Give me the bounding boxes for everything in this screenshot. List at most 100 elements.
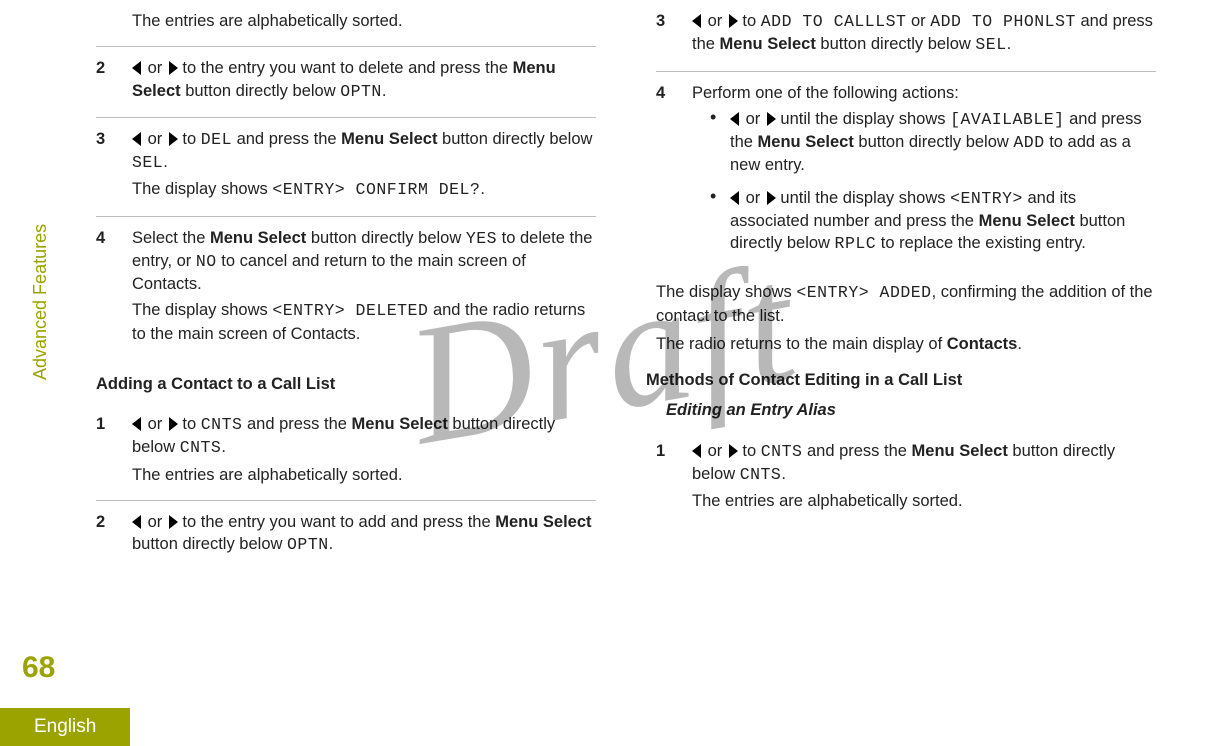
code-deleted: <ENTRY> DELETED (272, 301, 428, 320)
content-columns: The entries are alphabetically sorted. 2… (0, 0, 1206, 571)
text: and press the (802, 442, 911, 460)
code-sel: SEL (975, 35, 1006, 54)
text: The radio returns to the main display of (656, 335, 947, 353)
list-item: or until the display shows [AVAILABLE] a… (710, 108, 1156, 177)
step-number: 1 (96, 413, 132, 490)
code-available: [AVAILABLE] (950, 110, 1064, 129)
side-label: Advanced Features (28, 224, 52, 380)
heading-add-contact: Adding a Contact to a Call List (96, 373, 596, 395)
contacts-label: Contacts (947, 335, 1018, 353)
text: and press the (242, 415, 351, 433)
add-step-1: 1 or to CNTS and press the Menu Select b… (96, 403, 596, 500)
menu-select-label: Menu Select (210, 229, 306, 247)
text: or (143, 513, 167, 531)
code-add: ADD (1013, 133, 1044, 152)
text: button directly below (306, 229, 466, 247)
text: . (382, 82, 387, 100)
text: until the display shows (776, 110, 950, 128)
step-number: 2 (96, 511, 132, 561)
step-body: or to the entry you want to delete and p… (132, 57, 596, 107)
code-entry: <ENTRY> (950, 189, 1023, 208)
text: button directly below (132, 535, 287, 553)
text: button directly below (181, 82, 341, 100)
step-number (96, 10, 132, 36)
text: to (178, 415, 201, 433)
text: The entries are alphabetically sorted. (132, 466, 403, 484)
column-left: The entries are alphabetically sorted. 2… (96, 0, 632, 571)
step-number: 4 (96, 227, 132, 349)
text: . (781, 465, 786, 483)
text: or (143, 130, 167, 148)
step-body: or to ADD TO CALLLST or ADD TO PHONLST a… (692, 10, 1156, 61)
heading-methods-editing: Methods of Contact Editing in a Call Lis… (646, 369, 1156, 391)
text: until the display shows (776, 189, 950, 207)
arrow-right-icon (169, 61, 178, 75)
result-text: The radio returns to the main display of… (656, 333, 1156, 355)
code-cnts: CNTS (180, 438, 222, 457)
text: . (163, 153, 168, 171)
menu-select-label: Menu Select (720, 35, 816, 53)
text: to the entry you want to delete and pres… (178, 59, 513, 77)
step-number: 3 (96, 128, 132, 206)
text: The display shows (656, 283, 796, 301)
text: or (703, 12, 727, 30)
step-body: or to the entry you want to add and pres… (132, 511, 596, 561)
step-3-del: 3 or to DEL and press the Menu Select bu… (96, 117, 596, 216)
step-body: or to CNTS and press the Menu Select but… (692, 440, 1156, 517)
arrow-right-icon (169, 515, 178, 529)
edit-step-1: 1 or to CNTS and press the Menu Select b… (656, 430, 1156, 527)
menu-select-label: Menu Select (341, 130, 437, 148)
language-badge: English (0, 708, 130, 746)
menu-select-label: Menu Select (979, 212, 1075, 230)
subheading-editing-alias: Editing an Entry Alias (666, 399, 1156, 421)
text: The entries are alphabetically sorted. (132, 12, 403, 30)
step-4-confirm: 4 Select the Menu Select button directly… (96, 216, 596, 359)
code-cnts: CNTS (761, 442, 803, 461)
code-yes: YES (466, 229, 497, 248)
menu-select-label: Menu Select (912, 442, 1008, 460)
arrow-left-icon (730, 191, 739, 205)
step-body: or to CNTS and press the Menu Select but… (132, 413, 596, 490)
arrow-left-icon (132, 61, 141, 75)
list-item: or until the display shows <ENTRY> and i… (710, 187, 1156, 256)
text: . (329, 535, 334, 553)
step-number: 2 (96, 57, 132, 107)
arrow-left-icon (692, 444, 701, 458)
menu-select-label: Menu Select (758, 133, 854, 151)
arrow-left-icon (132, 132, 141, 146)
text: or (143, 415, 167, 433)
text: The entries are alphabetically sorted. (692, 492, 963, 510)
text: or (906, 12, 930, 30)
arrow-right-icon (169, 132, 178, 146)
text: or (703, 442, 727, 460)
arrow-left-icon (132, 515, 141, 529)
bullet-list: or until the display shows [AVAILABLE] a… (692, 108, 1156, 256)
text: . (221, 438, 226, 456)
result-text: The display shows <ENTRY> ADDED, confirm… (656, 281, 1156, 327)
arrow-right-icon (729, 444, 738, 458)
code-del: DEL (201, 130, 232, 149)
step-body: or to DEL and press the Menu Select butt… (132, 128, 596, 206)
text: and press the (232, 130, 341, 148)
text: or (741, 110, 765, 128)
text: Perform one of the following actions: (692, 84, 959, 102)
code-confirm-del: <ENTRY> CONFIRM DEL? (272, 180, 480, 199)
arrow-right-icon (729, 14, 738, 28)
text: to (178, 130, 201, 148)
code-add-calllst: ADD TO CALLLST (761, 12, 907, 31)
step-number: 3 (656, 10, 692, 61)
code-add-phonlst: ADD TO PHONLST (930, 12, 1076, 31)
text: Select the (132, 229, 210, 247)
add-step-3: 3 or to ADD TO CALLLST or ADD TO PHONLST… (656, 0, 1156, 71)
code-sel: SEL (132, 153, 163, 172)
intro-row: The entries are alphabetically sorted. (96, 0, 596, 46)
text: or (143, 59, 167, 77)
text: to (738, 12, 761, 30)
text: to (738, 442, 761, 460)
arrow-left-icon (730, 112, 739, 126)
step-body: Select the Menu Select button directly b… (132, 227, 596, 349)
code-rplc: RPLC (835, 234, 877, 253)
code-optn: OPTN (340, 82, 382, 101)
add-step-4: 4 Perform one of the following actions: … (656, 71, 1156, 276)
text: to replace the existing entry. (876, 234, 1086, 252)
